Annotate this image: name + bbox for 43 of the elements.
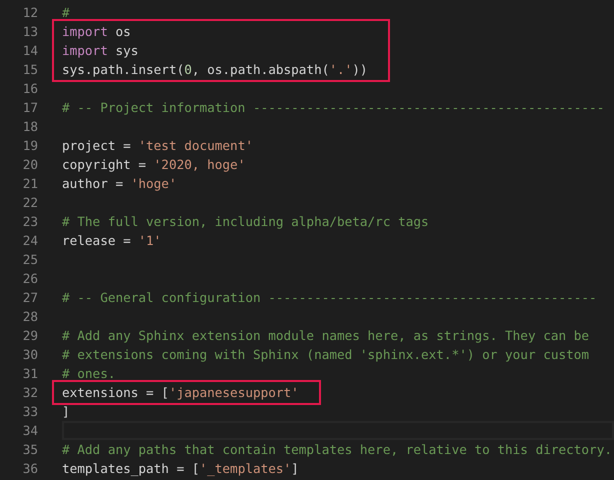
- code-line: author = 'hoge': [62, 176, 177, 191]
- line-number: 15: [22, 61, 38, 79]
- line-number: 17: [22, 99, 38, 117]
- line-number: 19: [22, 137, 38, 155]
- code-line: # Add any Sphinx extension module names here, as strings. They can be: [62, 328, 590, 343]
- line-number: 22: [22, 194, 38, 212]
- line-number: 35: [22, 441, 38, 459]
- code-line: #: [62, 5, 70, 20]
- code-line: sys.path.insert(0, os.path.abspath('.')): [62, 62, 368, 77]
- line-number: 36: [22, 460, 38, 478]
- code-line: release = '1': [62, 233, 162, 248]
- code-line: extensions = ['japanesesupport': [62, 385, 299, 400]
- code-line: # -- Project information ----------------------------------------------: [62, 100, 604, 115]
- line-number: 25: [22, 251, 38, 269]
- line-number: 13: [22, 23, 38, 41]
- line-number: 21: [22, 175, 38, 193]
- line-number: 28: [22, 308, 38, 326]
- line-number: 18: [22, 118, 38, 136]
- line-number: 34: [22, 422, 38, 440]
- line-number: 12: [22, 4, 38, 22]
- line-number: 33: [22, 403, 38, 421]
- line-number: 31: [22, 365, 38, 383]
- code-line: project = 'test document': [62, 138, 253, 153]
- code-line: # Add any paths that contain templates here, relative to this directory.: [62, 442, 612, 457]
- line-number: 20: [22, 156, 38, 174]
- line-number: 26: [22, 270, 38, 288]
- line-number: 32: [22, 384, 38, 402]
- code-line: # extensions coming with Sphinx (named 'sphinx.ext.*') or your custom: [62, 347, 590, 362]
- line-number: 30: [22, 346, 38, 364]
- line-number: 16: [22, 80, 38, 98]
- code-line: copyright = '2020, hoge': [62, 157, 246, 172]
- line-number: 23: [22, 213, 38, 231]
- code-line: # The full version, including alpha/beta/rc tags: [62, 214, 429, 229]
- code-line: templates_path = ['_templates']: [62, 461, 299, 476]
- code-line: import sys: [62, 43, 138, 58]
- line-number: 27: [22, 289, 38, 307]
- code-line: import os: [62, 24, 131, 39]
- line-number: 24: [22, 232, 38, 250]
- code-line: ]: [62, 404, 70, 419]
- code-line: # -- General configuration -------------------------------------------: [62, 290, 597, 305]
- line-number: 29: [22, 327, 38, 345]
- line-number: 14: [22, 42, 38, 60]
- code-line: # ones.: [62, 366, 116, 381]
